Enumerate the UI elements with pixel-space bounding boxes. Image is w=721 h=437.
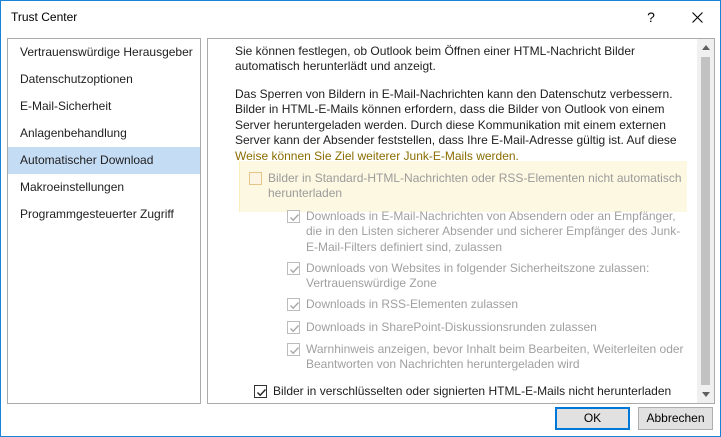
- scroll-up-button[interactable]: [697, 39, 714, 56]
- option-encrypted-emails[interactable]: Bilder in verschlüsselten oder signierte…: [254, 384, 694, 399]
- nav-item-label: Vertrauenswürdige Herausgeber: [20, 45, 193, 59]
- checkbox-checked-disabled: [287, 262, 300, 275]
- help-button[interactable]: ?: [629, 1, 673, 33]
- nav-item-privacy-options[interactable]: Datenschutzoptionen: [8, 66, 200, 93]
- close-icon: [691, 11, 703, 23]
- checkbox-checked-disabled: [287, 298, 300, 311]
- nav-item-label: Programmgesteuerter Zugriff: [20, 207, 174, 221]
- nav-item-macro-settings[interactable]: Makroeinstellungen: [8, 174, 200, 201]
- checkbox-unchecked[interactable]: [249, 172, 262, 185]
- explanation-last-line: Weise können Sie Ziel weiterer Junk-E-Ma…: [235, 148, 519, 163]
- option-block-images[interactable]: Bilder in Standard-HTML-Nachrichten oder…: [249, 171, 689, 202]
- checkmark-icon: [290, 266, 300, 274]
- help-icon: ?: [647, 9, 655, 25]
- nav-item-automatic-download[interactable]: Automatischer Download: [8, 147, 200, 174]
- close-button[interactable]: [675, 1, 719, 33]
- scroll-up-icon: [701, 45, 710, 50]
- option-rss-downloads: Downloads in RSS-Elementen zulassen: [287, 297, 692, 312]
- category-nav: Vertrauenswürdige Herausgeber Datenschut…: [7, 38, 201, 404]
- explanation-text: Das Sperren von Bildern in E-Mail-Nachri…: [235, 87, 685, 164]
- option-trusted-zone: Downloads von Websites in folgender Sich…: [287, 261, 692, 292]
- scrollbar-thumb[interactable]: [701, 57, 710, 385]
- nav-item-label: Datenschutzoptionen: [20, 72, 133, 86]
- explanation-main: Das Sperren von Bildern in E-Mail-Nachri…: [235, 87, 677, 148]
- nav-item-attachment-handling[interactable]: Anlagenbehandlung: [8, 120, 200, 147]
- option-label: Bilder in Standard-HTML-Nachrichten oder…: [268, 171, 682, 201]
- option-safe-senders: Downloads in E-Mail-Nachrichten von Abse…: [287, 209, 692, 255]
- vertical-scrollbar[interactable]: [697, 39, 714, 403]
- trust-center-dialog: Trust Center ? Vertrauenswürdige Herausg…: [0, 0, 721, 437]
- nav-item-label: Automatischer Download: [20, 153, 154, 167]
- nav-item-label: Anlagenbehandlung: [20, 126, 127, 140]
- checkmark-icon: [290, 325, 300, 333]
- option-sharepoint-downloads: Downloads in SharePoint-Diskussionsrunde…: [287, 320, 692, 335]
- cancel-button[interactable]: Abbrechen: [638, 407, 713, 430]
- option-label: Downloads in RSS-Elementen zulassen: [306, 297, 519, 311]
- title-bar: Trust Center ?: [1, 1, 720, 33]
- checkmark-icon: [257, 389, 267, 397]
- checkbox-checked-disabled: [287, 210, 300, 223]
- nav-item-trusted-publishers[interactable]: Vertrauenswürdige Herausgeber: [8, 39, 200, 66]
- checkmark-icon: [290, 347, 300, 355]
- checkbox-checked-disabled: [287, 343, 300, 356]
- checkmark-icon: [290, 302, 300, 310]
- checkbox-checked-disabled: [287, 321, 300, 334]
- checkbox-checked[interactable]: [254, 385, 267, 398]
- option-label: Downloads in E-Mail-Nachrichten von Abse…: [306, 209, 681, 254]
- option-label: Downloads von Websites in folgender Sich…: [306, 261, 650, 291]
- option-warn-before-download: Warnhinweis anzeigen, bevor Inhalt beim …: [287, 342, 692, 373]
- option-label: Bilder in verschlüsselten oder signierte…: [273, 384, 672, 398]
- nav-item-email-security[interactable]: E-Mail-Sicherheit: [8, 93, 200, 120]
- scroll-down-icon: [701, 392, 710, 397]
- nav-item-label: E-Mail-Sicherheit: [20, 99, 112, 113]
- settings-panel: Sie können festlegen, ob Outlook beim Öf…: [207, 38, 715, 404]
- nav-item-label: Makroeinstellungen: [20, 180, 125, 194]
- ok-button[interactable]: OK: [555, 407, 630, 430]
- dialog-title: Trust Center: [11, 10, 78, 24]
- scroll-down-button[interactable]: [697, 386, 714, 403]
- nav-item-programmatic-access[interactable]: Programmgesteuerter Zugriff: [8, 201, 200, 228]
- intro-text: Sie können festlegen, ob Outlook beim Öf…: [235, 44, 635, 74]
- checkmark-icon: [290, 214, 300, 222]
- option-label: Warnhinweis anzeigen, bevor Inhalt beim …: [306, 342, 684, 372]
- option-label: Downloads in SharePoint-Diskussionsrunde…: [306, 320, 597, 334]
